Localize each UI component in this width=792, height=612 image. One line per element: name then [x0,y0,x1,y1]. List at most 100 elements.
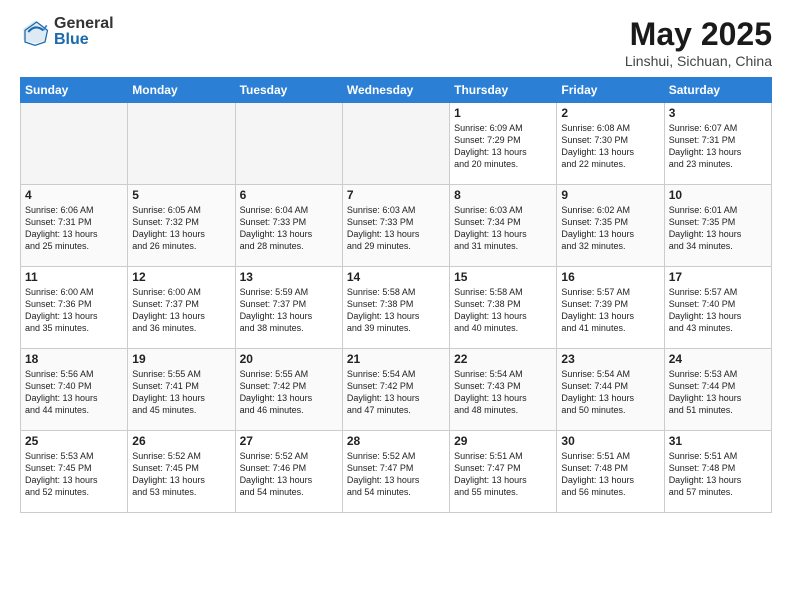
calendar-cell: 28 Sunrise: 5:52 AMSunset: 7:47 PMDayligh… [342,431,449,513]
week-row-4: 18Sunrise: 5:56 AMSunset: 7:40 PMDayligh… [21,349,772,431]
day-info: Sunrise: 6:07 AMSunset: 7:31 PMDaylight:… [669,122,767,171]
day-info: Sunrise: 6:04 AMSunset: 7:33 PMDaylight:… [240,204,338,253]
weekday-header-thursday: Thursday [450,78,557,103]
day-info: Sunrise: 6:02 AMSunset: 7:35 PMDaylight:… [561,204,659,253]
week-row-3: 11 Sunrise: 6:00 AMSunset: 7:36 PMDayligh… [21,267,772,349]
calendar-cell [342,103,449,185]
day-number: 24 [669,352,767,366]
day-info: Sunrise: 6:06 AMSunset: 7:31 PMDaylight:… [25,204,123,253]
day-info: Sunrise: 5:54 AMSunset: 7:42 PMDaylight:… [347,368,445,417]
day-number: 15 [454,270,552,284]
day-info: Sunrise: 5:52 AMSunset: 7:45 PMDaylight:… [132,450,230,499]
calendar-cell: 5 Sunrise: 6:05 AMSunset: 7:32 PMDaylight… [128,185,235,267]
day-info: Sunrise: 5:57 AMSunset: 7:40 PMDaylight:… [669,286,767,335]
subtitle: Linshui, Sichuan, China [625,53,772,69]
weekday-header-monday: Monday [128,78,235,103]
logo-blue-text: Blue [54,32,114,48]
day-number: 9 [561,188,659,202]
day-info: Sunrise: 5:53 AMSunset: 7:44 PMDaylight:… [669,368,767,417]
weekday-header-saturday: Saturday [664,78,771,103]
calendar-cell: 24 Sunrise: 5:53 AMSunset: 7:44 PMDayligh… [664,349,771,431]
day-number: 12 [132,270,230,284]
day-number: 23 [561,352,659,366]
calendar-cell: 7Sunrise: 6:03 AMSunset: 7:33 PMDaylight… [342,185,449,267]
weekday-header-tuesday: Tuesday [235,78,342,103]
calendar-cell: 19Sunrise: 5:55 AMSunset: 7:41 PMDayligh… [128,349,235,431]
day-number: 27 [240,434,338,448]
week-row-5: 25Sunrise: 5:53 AMSunset: 7:45 PMDayligh… [21,431,772,513]
calendar-cell [128,103,235,185]
day-number: 28 [347,434,445,448]
day-info: Sunrise: 5:59 AMSunset: 7:37 PMDaylight:… [240,286,338,335]
day-info: Sunrise: 5:52 AMSunset: 7:47 PMDaylight:… [347,450,445,499]
day-info: Sunrise: 6:00 AMSunset: 7:36 PMDaylight:… [25,286,123,335]
week-row-1: 1 Sunrise: 6:09 AMSunset: 7:29 PMDaylight… [21,103,772,185]
day-number: 4 [25,188,123,202]
day-number: 30 [561,434,659,448]
header: General Blue May 2025 Linshui, Sichuan, … [20,16,772,69]
day-number: 2 [561,106,659,120]
day-number: 10 [669,188,767,202]
day-number: 14 [347,270,445,284]
day-info: Sunrise: 5:52 AMSunset: 7:46 PMDaylight:… [240,450,338,499]
calendar-cell: 14 Sunrise: 5:58 AMSunset: 7:38 PMDayligh… [342,267,449,349]
day-number: 26 [132,434,230,448]
day-info: Sunrise: 5:51 AMSunset: 7:48 PMDaylight:… [669,450,767,499]
calendar-cell: 23 Sunrise: 5:54 AMSunset: 7:44 PMDayligh… [557,349,664,431]
day-number: 29 [454,434,552,448]
calendar-cell: 10Sunrise: 6:01 AMSunset: 7:35 PMDayligh… [664,185,771,267]
calendar-cell: 20Sunrise: 5:55 AMSunset: 7:42 PMDayligh… [235,349,342,431]
day-info: Sunrise: 6:00 AMSunset: 7:37 PMDaylight:… [132,286,230,335]
calendar-cell: 29Sunrise: 5:51 AMSunset: 7:47 PMDayligh… [450,431,557,513]
day-info: Sunrise: 6:03 AMSunset: 7:33 PMDaylight:… [347,204,445,253]
day-number: 13 [240,270,338,284]
day-number: 25 [25,434,123,448]
calendar-cell: 17Sunrise: 5:57 AMSunset: 7:40 PMDayligh… [664,267,771,349]
calendar-cell: 31 Sunrise: 5:51 AMSunset: 7:48 PMDayligh… [664,431,771,513]
calendar-cell: 13 Sunrise: 5:59 AMSunset: 7:37 PMDayligh… [235,267,342,349]
weekday-header-wednesday: Wednesday [342,78,449,103]
calendar-cell [21,103,128,185]
calendar-cell: 4 Sunrise: 6:06 AMSunset: 7:31 PMDaylight… [21,185,128,267]
day-number: 5 [132,188,230,202]
day-number: 31 [669,434,767,448]
day-info: Sunrise: 6:05 AMSunset: 7:32 PMDaylight:… [132,204,230,253]
day-info: Sunrise: 6:08 AMSunset: 7:30 PMDaylight:… [561,122,659,171]
day-info: Sunrise: 6:03 AMSunset: 7:34 PMDaylight:… [454,204,552,253]
day-info: Sunrise: 5:58 AMSunset: 7:38 PMDaylight:… [347,286,445,335]
day-number: 11 [25,270,123,284]
logo-general-text: General [54,16,114,32]
calendar-cell: 6 Sunrise: 6:04 AMSunset: 7:33 PMDaylight… [235,185,342,267]
calendar-cell: 15Sunrise: 5:58 AMSunset: 7:38 PMDayligh… [450,267,557,349]
weekday-header-row: SundayMondayTuesdayWednesdayThursdayFrid… [21,78,772,103]
day-number: 20 [240,352,338,366]
calendar-cell: 26 Sunrise: 5:52 AMSunset: 7:45 PMDayligh… [128,431,235,513]
day-number: 19 [132,352,230,366]
day-number: 3 [669,106,767,120]
day-number: 22 [454,352,552,366]
week-row-2: 4 Sunrise: 6:06 AMSunset: 7:31 PMDaylight… [21,185,772,267]
day-number: 16 [561,270,659,284]
day-info: Sunrise: 5:54 AMSunset: 7:43 PMDaylight:… [454,368,552,417]
day-number: 21 [347,352,445,366]
day-number: 8 [454,188,552,202]
calendar-cell: 9 Sunrise: 6:02 AMSunset: 7:35 PMDaylight… [557,185,664,267]
logo-text: General Blue [54,16,114,48]
calendar-cell: 18Sunrise: 5:56 AMSunset: 7:40 PMDayligh… [21,349,128,431]
day-info: Sunrise: 5:51 AMSunset: 7:48 PMDaylight:… [561,450,659,499]
page: General Blue May 2025 Linshui, Sichuan, … [0,0,792,612]
day-info: Sunrise: 6:09 AMSunset: 7:29 PMDaylight:… [454,122,552,171]
calendar-cell [235,103,342,185]
logo-icon [20,17,50,47]
calendar-cell: 27 Sunrise: 5:52 AMSunset: 7:46 PMDayligh… [235,431,342,513]
day-info: Sunrise: 5:54 AMSunset: 7:44 PMDaylight:… [561,368,659,417]
calendar: SundayMondayTuesdayWednesdayThursdayFrid… [20,77,772,513]
calendar-cell: 16Sunrise: 5:57 AMSunset: 7:39 PMDayligh… [557,267,664,349]
main-title: May 2025 [625,16,772,53]
title-block: May 2025 Linshui, Sichuan, China [625,16,772,69]
day-number: 1 [454,106,552,120]
calendar-cell: 8 Sunrise: 6:03 AMSunset: 7:34 PMDaylight… [450,185,557,267]
calendar-cell: 12 Sunrise: 6:00 AMSunset: 7:37 PMDayligh… [128,267,235,349]
calendar-cell: 30 Sunrise: 5:51 AMSunset: 7:48 PMDayligh… [557,431,664,513]
day-number: 6 [240,188,338,202]
